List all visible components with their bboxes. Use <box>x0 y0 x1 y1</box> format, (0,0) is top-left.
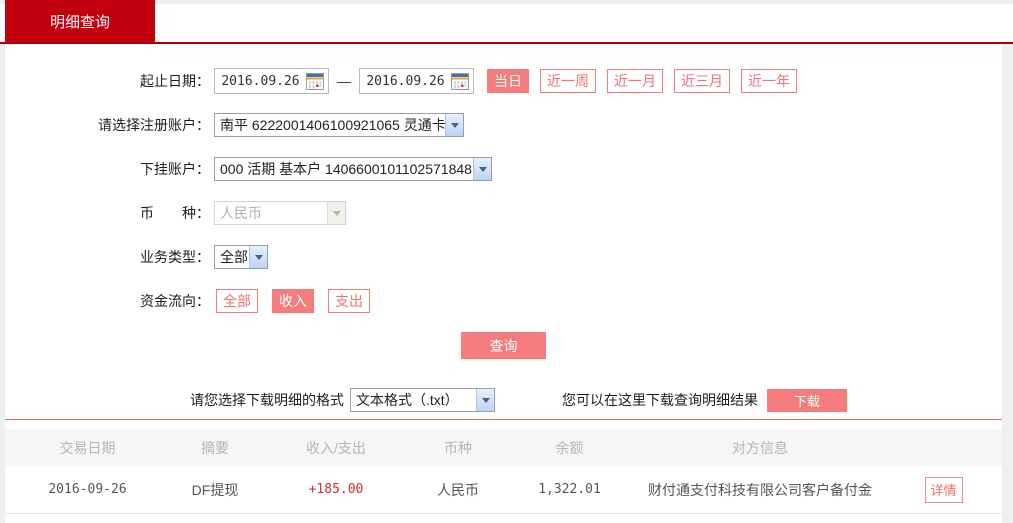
fund-flow-label: 资金流向： <box>140 293 210 309</box>
fund-flow-row: 资金流向： 全部 收入 支出 <box>5 279 1002 323</box>
calendar-icon[interactable] <box>451 72 471 91</box>
cell-summary: DF提现 <box>191 481 239 498</box>
query-form: 起止日期： 2016.09.26 — 2016.09.26 当日 近一周 近一月… <box>5 44 1002 412</box>
business-type-row: 业务类型： 全部 <box>5 235 1002 279</box>
query-button[interactable]: 查询 <box>461 332 546 359</box>
sub-account-row: 下挂账户： 000 活期 基本户 1406600101102571848 <box>5 147 1002 191</box>
download-hint: 您可以在这里下载查询明细结果 <box>562 392 758 408</box>
col-header-amount: 收入/支出 <box>306 439 366 456</box>
range-last-year-button[interactable]: 近一年 <box>741 69 797 93</box>
register-account-label: 请选择注册账户： <box>98 117 210 133</box>
download-button[interactable]: 下载 <box>767 388 847 412</box>
register-account-row: 请选择注册账户： 南平 6222001406100921065 灵通卡 <box>5 103 1002 147</box>
sub-account-label: 下挂账户： <box>140 161 210 177</box>
chevron-down-icon <box>473 158 491 180</box>
cell-currency: 人民币 <box>437 481 479 498</box>
range-last-month-button[interactable]: 近一月 <box>607 69 663 93</box>
currency-value: 人民币 <box>220 205 262 221</box>
start-date-input[interactable]: 2016.09.26 <box>214 68 329 94</box>
cell-amount: +185.00 <box>308 482 364 497</box>
col-header-date: 交易日期 <box>59 439 116 456</box>
date-range-row: 起止日期： 2016.09.26 — 2016.09.26 当日 近一周 近一月… <box>5 59 1002 103</box>
range-last-quarter-button[interactable]: 近三月 <box>674 69 730 93</box>
range-today-button[interactable]: 当日 <box>487 69 529 93</box>
download-format-select[interactable]: 文本格式（.txt） <box>350 388 495 412</box>
cell-balance: 1,322.01 <box>538 482 601 497</box>
chevron-down-icon <box>445 114 463 136</box>
table-row: 2016-09-26 DF提现 +185.00 人民币 1,322.01 财付通… <box>5 466 1002 514</box>
download-format-value: 文本格式（.txt） <box>356 392 459 408</box>
flow-income-button[interactable]: 收入 <box>272 289 314 313</box>
cell-counterparty: 财付通支付科技有限公司客户备付金 <box>648 481 872 498</box>
table-header-row: 交易日期 摘要 收入/支出 币种 余额 对方信息 <box>5 429 1002 466</box>
tab-detail-query[interactable]: 明细查询 <box>5 0 155 42</box>
cell-action: 详情 <box>885 476 1002 503</box>
sub-account-value: 000 活期 基本户 1406600101102571848 <box>220 161 472 177</box>
business-type-select[interactable]: 全部 <box>214 245 268 269</box>
col-header-summary: 摘要 <box>201 439 229 456</box>
detail-button[interactable]: 详情 <box>924 476 963 503</box>
chevron-down-icon <box>476 389 494 411</box>
flow-expense-button[interactable]: 支出 <box>328 289 370 313</box>
download-row: 请您选择下载明细的格式 文本格式（.txt） 您可以在这里下载查询明细结果 下载 <box>5 388 1002 412</box>
start-date-value: 2016.09.26 <box>221 73 300 89</box>
sub-account-select[interactable]: 000 活期 基本户 1406600101102571848 <box>214 157 492 181</box>
cell-date: 2016-09-26 <box>48 482 127 497</box>
date-range-separator: — <box>337 73 351 89</box>
flow-all-button[interactable]: 全部 <box>216 289 258 313</box>
detail-query-page: 明细查询 起止日期： 2016.09.26 — 2016.09.26 当日 近一… <box>0 0 1013 523</box>
business-type-value: 全部 <box>220 249 248 265</box>
tab-label: 明细查询 <box>49 13 110 31</box>
col-header-counterparty: 对方信息 <box>732 439 788 456</box>
register-account-select[interactable]: 南平 6222001406100921065 灵通卡 <box>214 113 464 137</box>
currency-label: 币 种： <box>140 205 210 221</box>
table-top-rule <box>5 419 1002 420</box>
download-format-label: 请您选择下载明细的格式 <box>190 392 344 408</box>
end-date-input[interactable]: 2016.09.26 <box>359 68 474 94</box>
chevron-down-icon <box>249 246 267 268</box>
register-account-value: 南平 6222001406100921065 灵通卡 <box>220 117 445 133</box>
chevron-down-icon <box>327 202 345 224</box>
col-header-balance: 余额 <box>555 439 584 456</box>
content-panel: 起止日期： 2016.09.26 — 2016.09.26 当日 近一周 近一月… <box>5 44 1002 523</box>
currency-select: 人民币 <box>214 201 346 225</box>
date-range-label: 起止日期： <box>140 73 210 89</box>
end-date-value: 2016.09.26 <box>366 73 445 89</box>
currency-row: 币 种： 人民币 <box>5 191 1002 235</box>
calendar-icon[interactable] <box>306 72 326 91</box>
range-last-week-button[interactable]: 近一周 <box>540 69 596 93</box>
business-type-label: 业务类型： <box>140 249 210 265</box>
col-header-currency: 币种 <box>444 439 472 456</box>
